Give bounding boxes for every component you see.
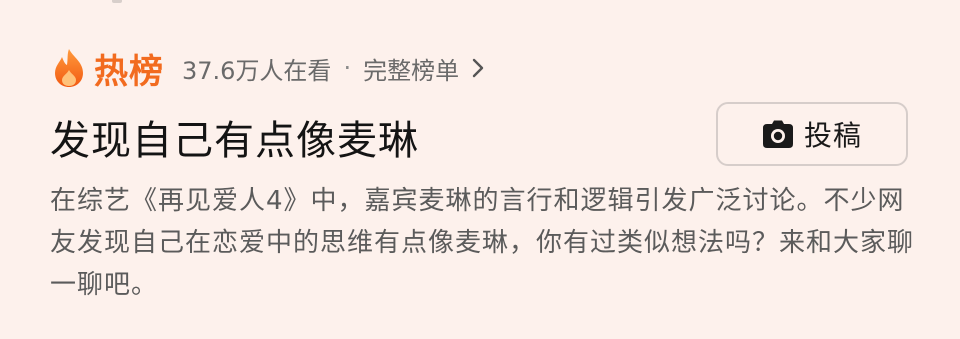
hot-list-header: 热榜 37.6万人在看 · 完整榜单 [52,44,485,92]
topic-title[interactable]: 发现自己有点像麦琳 [50,108,419,166]
camera-icon [762,120,793,148]
topic-description: 在综艺《再见爱人4》中，嘉宾麦琳的言行和逻辑引发广泛讨论。不少网友发现自己在恋爱… [50,186,915,300]
hot-list-label[interactable]: 热榜 [94,44,164,93]
separator-dot: · [343,54,352,82]
flame-icon [55,49,83,87]
chevron-right-icon[interactable] [471,58,485,78]
viewer-count: 37.6万人在看 [182,56,332,85]
post-button-label: 投稿 [803,119,862,152]
post-button[interactable]: 投稿 [716,102,908,166]
top-edge-mark [112,0,122,3]
full-list-link[interactable]: 完整榜单 [363,51,459,86]
